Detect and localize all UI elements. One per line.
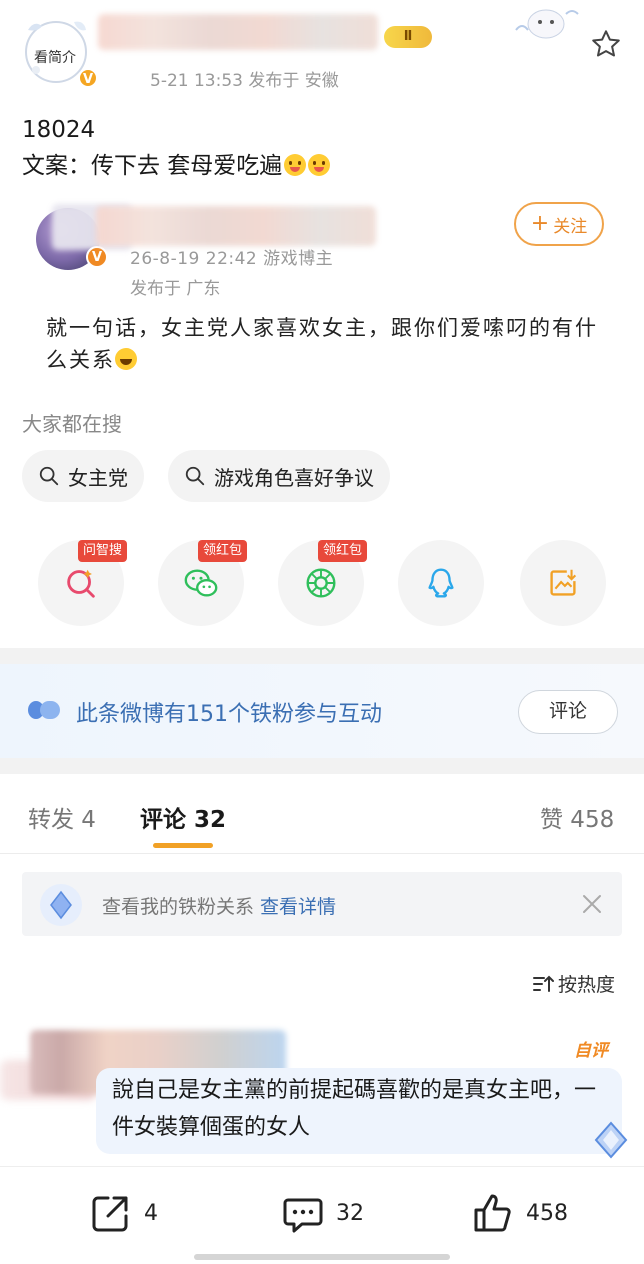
- tongue-emoji-icon: [284, 154, 307, 176]
- search-chip-label: 女主党: [68, 465, 128, 490]
- share-tag: 领红包: [198, 540, 248, 562]
- verified-badge-icon: V: [78, 68, 98, 88]
- like-count: 458: [526, 1200, 568, 1226]
- search-icon: [185, 466, 205, 486]
- share-save-image-button[interactable]: [520, 540, 606, 626]
- wechat-icon: [184, 569, 218, 597]
- banner-comment-button[interactable]: 评论: [518, 690, 618, 734]
- sort-by-hot-button[interactable]: 按热度: [532, 970, 615, 997]
- share-qq-button[interactable]: [398, 540, 484, 626]
- sort-label: 按热度: [558, 974, 616, 996]
- home-indicator[interactable]: [194, 1254, 450, 1260]
- level-badge: Ⅱ: [384, 26, 432, 48]
- post-text: 18024 文案：传下去 套母爱吃遍: [22, 112, 331, 184]
- section-divider: [0, 758, 644, 774]
- fans-relation-text: 查看我的铁粉关系 查看详情: [102, 892, 336, 919]
- self-comment-tag: 自评: [574, 1041, 608, 1061]
- quoted-post-location: 发布于 广东: [130, 279, 221, 299]
- moments-icon: [306, 568, 336, 598]
- tab-repost[interactable]: 转发 4: [28, 800, 96, 834]
- view-details-link[interactable]: 查看详情: [260, 896, 336, 918]
- qq-icon: [428, 568, 454, 598]
- favorite-star-icon[interactable]: [590, 28, 622, 60]
- post-text-line-2: 文案：传下去 套母爱吃遍: [22, 153, 283, 179]
- comment-count: 32: [336, 1200, 364, 1226]
- quoted-username-blurred[interactable]: [96, 206, 376, 246]
- trending-search-heading: 大家都在搜: [22, 412, 122, 436]
- follow-label: 关注: [553, 216, 588, 237]
- post-text-line-1: 18024: [22, 117, 96, 143]
- diamond-badge-icon: [40, 884, 82, 926]
- diamond-fan-icon: [594, 1121, 628, 1159]
- comment-icon: [283, 1198, 323, 1233]
- close-icon[interactable]: [578, 890, 606, 918]
- laugh-emoji-icon: [115, 348, 137, 370]
- username-blurred[interactable]: [98, 14, 378, 50]
- repost-icon: [92, 1196, 128, 1232]
- follow-button[interactable]: + 关注: [514, 202, 604, 246]
- fans-banner-text: 此条微博有151个铁粉参与互动: [76, 702, 382, 727]
- share-tag: 问智搜: [78, 540, 128, 562]
- search-icon: [39, 466, 59, 486]
- comment-text: 說自己是女主黨的前提起碼喜歡的是真女主吧，一件女裝算個蛋的女人: [112, 1078, 597, 1140]
- fans-icon: [28, 701, 60, 719]
- fans-relation-label: 查看我的铁粉关系: [102, 896, 255, 918]
- search-chip[interactable]: 女主党: [22, 450, 144, 502]
- tongue-emoji-icon: [308, 154, 331, 176]
- tab-likes[interactable]: 赞 458: [540, 800, 614, 834]
- like-action[interactable]: 458: [470, 1190, 568, 1236]
- post-meta: 5-21 13:53 发布于 安徽: [150, 71, 339, 91]
- share-tag: 领红包: [318, 540, 368, 562]
- post-text-line-2-wrap: 文案：传下去 套母爱吃遍: [22, 148, 331, 184]
- ai-search-icon: [67, 569, 95, 598]
- quoted-post-meta: 26-8-19 22:42 游戏博主: [130, 249, 334, 269]
- search-chip[interactable]: 游戏角色喜好争议: [168, 450, 390, 502]
- intro-label[interactable]: 看简介: [34, 47, 76, 67]
- tab-divider: [0, 853, 644, 854]
- search-chip-label: 游戏角色喜好争议: [214, 465, 374, 490]
- comment-action[interactable]: 32: [280, 1190, 364, 1236]
- sort-icon: [533, 975, 554, 992]
- repost-count: 4: [144, 1200, 158, 1226]
- repost-action[interactable]: 4: [88, 1190, 158, 1236]
- verified-badge-icon: V: [86, 246, 108, 268]
- decorative-sticker-icon: [515, 9, 579, 39]
- quoted-post-text: 就一句话，女主党人家喜欢女主，跟你们爱嗦叼的有什么关系: [46, 312, 616, 376]
- save-image-icon: [550, 569, 577, 596]
- thumbs-up-icon: [474, 1194, 511, 1232]
- active-tab-indicator: [153, 843, 213, 848]
- section-divider: [0, 648, 644, 664]
- tab-comments[interactable]: 评论 32: [140, 800, 226, 834]
- weibo-post-detail: 看简介 V 5-21 13:53 发布于 安徽 Ⅱ 18024 文案：传下去 套…: [0, 0, 644, 1264]
- plus-icon: +: [530, 211, 550, 236]
